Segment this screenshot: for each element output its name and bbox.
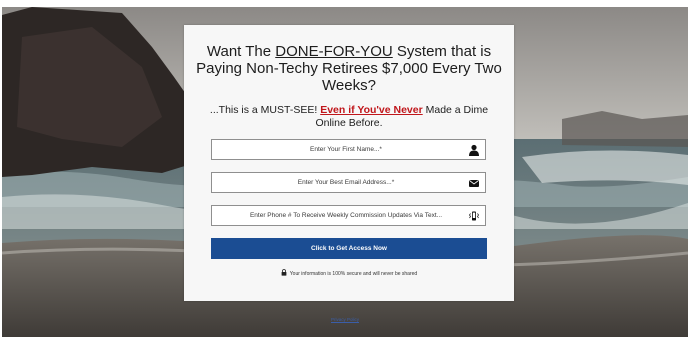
phone-input[interactable] [212,206,472,225]
user-icon [469,144,479,156]
email-field [211,172,486,193]
subheadline-emphasis: Even if You've Never [320,104,423,116]
lock-icon [281,269,287,276]
subheadline-prefix: ...This is a MUST-SEE! [209,104,321,116]
privacy-notice: Your information is 100% secure and will… [184,269,514,277]
envelope-icon [469,180,479,187]
first-name-input[interactable] [212,140,472,159]
phone-field [211,205,486,226]
phone-vibrate-icon [469,211,479,221]
privacy-notice-text: Your information is 100% secure and will… [289,271,418,277]
landing-page: Want The DONE-FOR-YOU System that is Pay… [0,0,690,341]
headline: Want The DONE-FOR-YOU System that is Pay… [184,43,514,94]
first-name-field [211,139,486,160]
optin-card: Want The DONE-FOR-YOU System that is Pay… [184,25,514,301]
email-input[interactable] [212,173,472,192]
subheadline: ...This is a MUST-SEE! Even if You've Ne… [204,104,494,130]
get-access-button[interactable]: Click to Get Access Now [211,238,487,259]
headline-emphasis: DONE-FOR-YOU [275,43,393,60]
privacy-policy-link[interactable]: Privacy Policy [330,317,360,323]
headline-prefix: Want The [206,43,276,60]
